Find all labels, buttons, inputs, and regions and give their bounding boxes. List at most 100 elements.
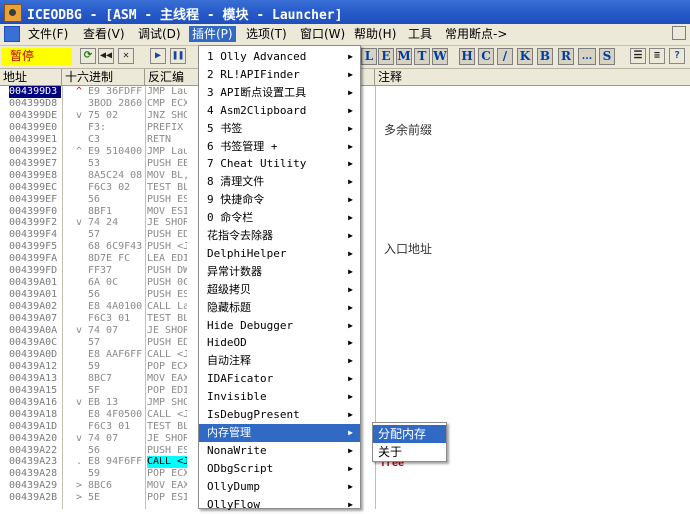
submenu-arrow-icon: ▶ — [348, 159, 353, 169]
plugin-menu-item[interactable]: Hide Debugger ▶ — [199, 317, 360, 335]
plugin-menu-item[interactable]: 异常计数器 ▶ — [199, 263, 360, 281]
cell-hex: 57 — [88, 336, 101, 348]
plugin-menu-item[interactable]: 6 书签管理 + ▶ — [199, 138, 360, 156]
restart-icon[interactable]: ⟳ — [80, 48, 96, 64]
cell-hex: 75 02 — [88, 109, 119, 121]
cell-asm: TEST BL — [147, 181, 187, 193]
plugin-menu-item[interactable]: OllyFlow ▶ — [199, 496, 360, 514]
cell-addr: 004399EC — [9, 181, 58, 193]
submenu-arrow-icon: ▶ — [348, 52, 353, 61]
toolbar-source-button[interactable]: S — [599, 48, 615, 65]
cell-addr: 004399E2 — [9, 145, 58, 157]
menu-file[interactable]: 文件(F) — [25, 26, 71, 42]
cell-asm: JMP SHO — [147, 396, 187, 408]
toolbar-callstack-button[interactable]: K — [517, 48, 533, 65]
list-icon[interactable]: ☰ — [630, 48, 646, 64]
cell-addr: 004399EF — [9, 193, 58, 205]
plugin-menu-item[interactable]: NonaWrite ▶ — [199, 442, 360, 460]
toolbar-cpu-button[interactable]: C — [478, 48, 494, 65]
menu-tools[interactable]: 工具 — [405, 26, 435, 42]
cell-mark: v — [76, 217, 83, 229]
submenu-arrow-icon: ▶ — [348, 195, 353, 205]
help-icon[interactable]: ? — [669, 48, 685, 64]
plugin-menu-item[interactable]: IDAFicator ▶ — [199, 370, 360, 388]
cell-addr: 004399F4 — [9, 229, 58, 241]
cell-mark: > — [76, 480, 83, 492]
column-address[interactable]: 地址 — [0, 69, 62, 85]
cell-addr: 00439A28 — [9, 468, 58, 480]
cell-hex: 74 07 — [88, 325, 119, 336]
plugin-menu-item[interactable]: 隐藏标题 ▶ — [199, 299, 360, 317]
cell-asm: CALL <J — [147, 456, 187, 469]
cell-asm: POP ESI — [147, 492, 187, 504]
plugin-menu-item-label: NonaWrite — [207, 443, 267, 457]
plugin-menu-item-label: 4 Asm2Clipboard — [207, 103, 307, 117]
toolbar-runtrace-button[interactable]: ... — [578, 48, 596, 65]
close-icon[interactable]: ✕ — [118, 48, 134, 64]
submenu-arrow-icon: ▶ — [348, 231, 353, 240]
submenu-arrow-icon: ▶ — [348, 284, 353, 294]
pause-icon[interactable]: ❚❚ — [170, 48, 186, 64]
menu-common-breakpoints[interactable]: 常用断点-> — [442, 26, 510, 42]
menu-help[interactable]: 帮助(H) — [351, 26, 399, 42]
submenu-arrow-icon: ▶ — [348, 410, 353, 419]
plugin-menu-item-label: IsDebugPresent — [207, 408, 300, 421]
toolbar-references-button[interactable]: R — [558, 48, 574, 65]
cell-hex: E8 94F6FF — [88, 456, 143, 468]
plugin-menu-item[interactable]: DelphiHelper ▶ — [199, 245, 360, 263]
cell-addr: 00439A23 — [9, 456, 58, 468]
plugin-menu-item[interactable]: ODbgScript ▶ — [199, 460, 360, 478]
menu-options[interactable]: 选项(T) — [243, 26, 290, 42]
plugin-menu-item[interactable]: 2 RL!APIFinder ▶ — [199, 66, 360, 84]
plugin-menu-item[interactable]: 内存管理 ▶ — [199, 423, 360, 442]
cell-asm: POP ECX — [147, 360, 187, 372]
cell-hex: EB 13 — [88, 396, 119, 408]
menu-plugins[interactable]: 插件(P) — [189, 26, 236, 42]
cell-addr: 00439A0A — [9, 325, 58, 336]
plugin-menu-item[interactable]: 7 Cheat Utility ▶ — [199, 155, 360, 173]
plugin-menu-item[interactable]: IsDebugPresent ▶ — [199, 406, 360, 424]
toolbar-log-button[interactable]: L — [361, 48, 377, 65]
run-icon[interactable]: ▶ — [150, 48, 166, 64]
cell-addr: 004399E1 — [9, 133, 58, 145]
plugin-menu-item[interactable]: 8 清理文件 ▶ — [199, 173, 360, 191]
toolbar-memory-button[interactable]: M — [396, 48, 412, 65]
toolbar-threads-button[interactable]: T — [414, 48, 430, 65]
plugin-menu-item[interactable]: Invisible ▶ — [199, 388, 360, 406]
toolbar-patches-button[interactable]: / — [497, 48, 513, 65]
submenu-item-allocate-memory[interactable]: 分配内存 — [373, 425, 446, 443]
window-restore-icon[interactable] — [672, 26, 686, 40]
plugin-menu-item[interactable]: 9 快捷命令 ▶ — [199, 191, 360, 209]
cell-asm: PUSH 0C — [147, 277, 187, 289]
plugin-menu-item[interactable]: OllyDump ▶ — [199, 478, 360, 496]
plugin-menu-item[interactable]: 4 Asm2Clipboard ▶ — [199, 102, 360, 120]
rewind-icon[interactable]: ◀◀ — [98, 48, 114, 64]
options-icon[interactable]: ≡ — [649, 48, 665, 64]
menu-window[interactable]: 窗口(W) — [297, 26, 348, 42]
cell-asm: JE SHOR — [147, 325, 187, 336]
toolbar-modules-button[interactable]: E — [378, 48, 394, 65]
toolbar-windows-button[interactable]: W — [432, 48, 448, 65]
toolbar-handles-button[interactable]: H — [459, 48, 475, 65]
cell-addr: 00439A07 — [9, 313, 58, 325]
column-hex[interactable]: 十六进制 — [62, 69, 145, 85]
plugin-menu-item[interactable]: 5 书签 ▶ — [199, 120, 360, 138]
toolbar-breakpoints-button[interactable]: B — [537, 48, 553, 65]
plugin-menu-item[interactable]: 自动注释 ▶ — [199, 352, 360, 370]
menu-view[interactable]: 查看(V) — [80, 26, 128, 42]
cell-addr: 004399E8 — [9, 169, 58, 181]
column-comment[interactable]: 注释 — [375, 69, 690, 85]
submenu-item-about[interactable]: 关于 — [373, 443, 446, 461]
plugin-menu-item[interactable]: 花指令去除器 ▶ — [199, 227, 360, 245]
plugin-menu-item[interactable]: 0 命令栏 ▶ — [199, 209, 360, 227]
plugin-menu-item[interactable]: 超级拷贝 ▶ — [199, 281, 360, 299]
plugin-menu-item[interactable]: 3 API断点设置工具 ▶ — [199, 84, 360, 102]
plugin-menu-item[interactable]: 1 Olly Advanced ▶ — [199, 48, 360, 66]
menu-debug[interactable]: 调试(D) — [135, 26, 184, 42]
submenu-arrow-icon: ▶ — [348, 141, 353, 151]
plugin-menu-item-label: Invisible — [207, 390, 267, 404]
plugin-menu-item[interactable]: HideOD ▶ — [199, 334, 360, 352]
cell-asm: TEST BL — [147, 313, 187, 325]
window-menu-icon[interactable] — [4, 26, 20, 42]
column-divider — [145, 86, 146, 509]
